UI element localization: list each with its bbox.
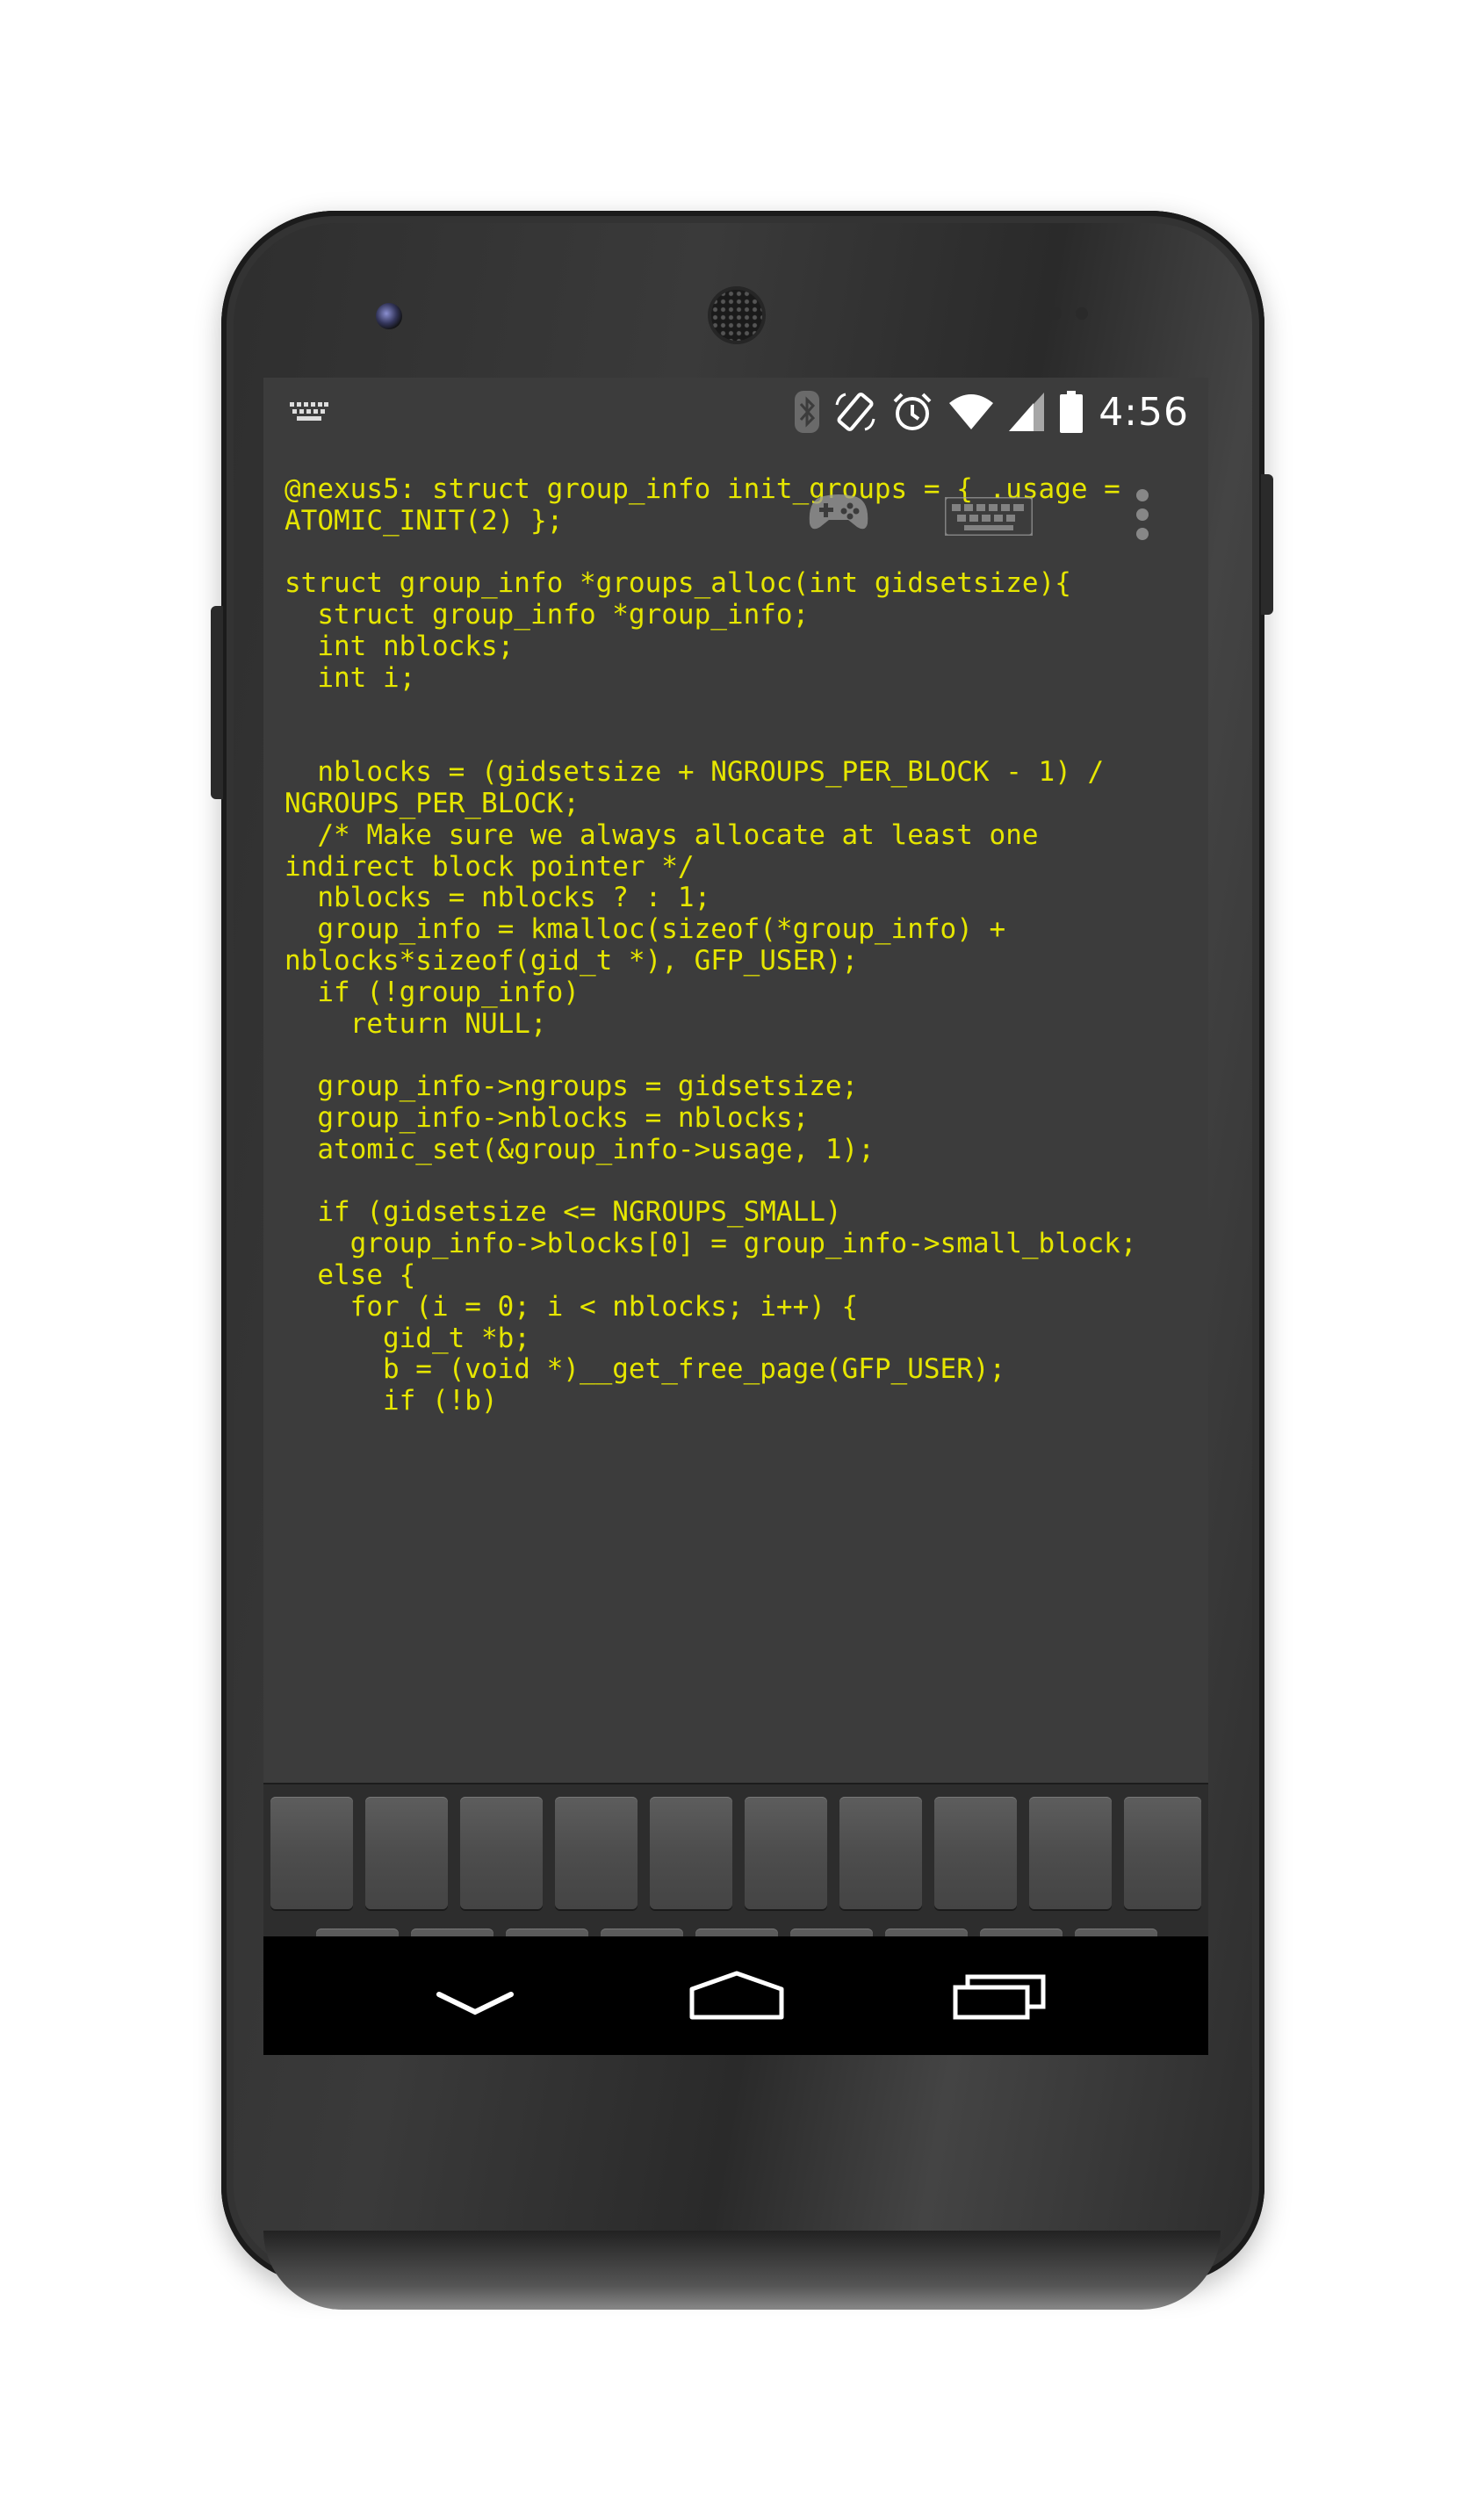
terminal-line: NGROUPS_PER_BLOCK;	[285, 787, 580, 819]
wifi-icon	[949, 394, 994, 429]
terminal-view[interactable]: @nexus5: struct group_info init_groups =…	[263, 446, 1208, 1783]
keyboard-key[interactable]	[934, 1797, 1017, 1909]
recents-icon[interactable]	[952, 1972, 1048, 2021]
terminal-line: if (!b)	[285, 1385, 498, 1417]
front-camera	[376, 303, 402, 329]
terminal-line: group_info->blocks[0] = group_info->smal…	[285, 1228, 1137, 1260]
terminal-line: atomic_set(&group_info->usage, 1);	[285, 1133, 875, 1165]
keyboard-key[interactable]	[270, 1797, 353, 1909]
alarm-icon	[893, 393, 932, 430]
keyboard-key[interactable]	[365, 1797, 448, 1909]
terminal-line: gid_t *b;	[285, 1322, 530, 1354]
phone-screen: 4:56 @nexus5: struct group_info init_gro…	[263, 378, 1208, 2055]
terminal-line: nblocks = (gidsetsize + NGROUPS_PER_BLOC…	[285, 756, 1105, 789]
earpiece-speaker	[711, 290, 762, 341]
keyboard-key[interactable]	[555, 1797, 638, 1909]
battery-icon	[1060, 391, 1084, 433]
light-sensor	[1076, 307, 1088, 320]
terminal-line: if (gidsetsize <= NGROUPS_SMALL)	[285, 1196, 842, 1229]
terminal-line: int nblocks;	[285, 630, 515, 662]
keyboard-key[interactable]	[1029, 1797, 1112, 1909]
terminal-line: group_info = kmalloc(sizeof(*group_info)…	[285, 913, 1006, 946]
keyboard-key[interactable]	[650, 1797, 732, 1909]
gamepad-icon[interactable]	[808, 492, 869, 534]
terminal-line: nblocks = nblocks ? : 1;	[285, 882, 711, 914]
terminal-line: indirect block pointer */	[285, 850, 695, 883]
keyboard-key[interactable]	[745, 1797, 827, 1909]
terminal-output: @nexus5: struct group_info init_groups =…	[285, 473, 1137, 1417]
terminal-line: struct group_info *groups_alloc(int gids…	[285, 567, 1071, 600]
keyboard-row-1	[263, 1797, 1208, 1913]
keyboard-key[interactable]	[460, 1797, 543, 1909]
overflow-menu-icon[interactable]	[1133, 487, 1152, 543]
terminal-line: int i;	[285, 661, 416, 694]
terminal-line: for (i = 0; i < nblocks; i++) {	[285, 1290, 859, 1323]
keyboard-icon	[290, 402, 328, 421]
proximity-sensor	[1049, 307, 1062, 320]
bluetooth-icon	[795, 391, 820, 433]
terminal-toolbar	[263, 481, 1208, 552]
phone-bottom-edge	[263, 2231, 1221, 2310]
power-button	[1261, 474, 1273, 615]
home-icon[interactable]	[688, 1970, 785, 2022]
terminal-line: /* Make sure we always allocate at least…	[285, 818, 1039, 851]
terminal-line: nblocks*sizeof(gid_t *), GFP_USER);	[285, 944, 859, 977]
navigation-bar	[263, 1936, 1208, 2055]
terminal-line: struct group_info *group_info;	[285, 599, 810, 631]
status-bar: 4:56	[263, 378, 1208, 446]
terminal-line: else {	[285, 1258, 416, 1291]
terminal-line: group_info->nblocks = nblocks;	[285, 1101, 810, 1134]
terminal-line: return NULL;	[285, 1007, 547, 1040]
rotate-icon	[835, 393, 875, 431]
terminal-line: if (!group_info)	[285, 976, 580, 1008]
back-icon[interactable]	[436, 1987, 515, 2022]
volume-button	[211, 606, 223, 799]
keyboard-icon[interactable]	[945, 497, 1033, 536]
terminal-line: b = (void *)__get_free_page(GFP_USER);	[285, 1353, 1006, 1386]
keyboard-key[interactable]	[1124, 1797, 1201, 1909]
keyboard-key[interactable]	[839, 1797, 922, 1909]
clock: 4:56	[1099, 389, 1189, 435]
terminal-line: group_info->ngroups = gidsetsize;	[285, 1071, 859, 1103]
cell-signal-icon	[1009, 393, 1045, 431]
